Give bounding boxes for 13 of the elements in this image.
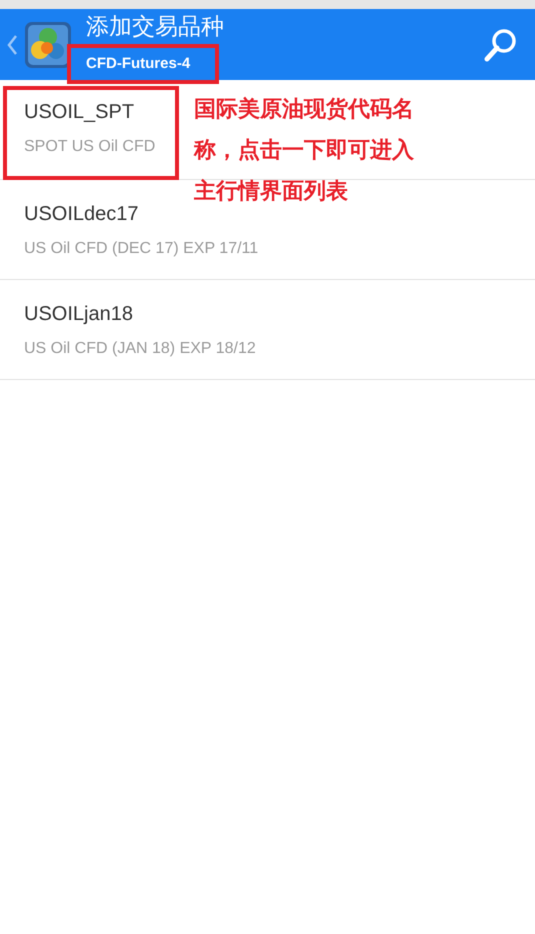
symbol-name: USOILjan18	[24, 302, 134, 326]
symbol-item[interactable]: USOILjan18 US Oil CFD (JAN 18) EXP 18/12	[24, 300, 256, 360]
symbol-name: USOIL_SPT	[24, 100, 136, 124]
symbol-description: US Oil CFD (JAN 18) EXP 18/12	[24, 338, 256, 358]
back-icon[interactable]	[6, 34, 18, 56]
symbol-item[interactable]: USOIL_SPT SPOT US Oil CFD	[7, 90, 176, 176]
server-name: CFD-Futures-4	[67, 44, 219, 84]
annotation-note: 国际美原油现货代码名称，点击一下即可进入主行情界面列表	[194, 95, 415, 205]
symbol-description: US Oil CFD (DEC 17) EXP 17/11	[24, 238, 258, 258]
symbol-description: SPOT US Oil CFD	[24, 136, 156, 156]
app-logo-icon	[25, 22, 71, 68]
screen-title: 添加交易品种	[86, 12, 225, 40]
symbol-name: USOILdec17	[24, 202, 140, 226]
